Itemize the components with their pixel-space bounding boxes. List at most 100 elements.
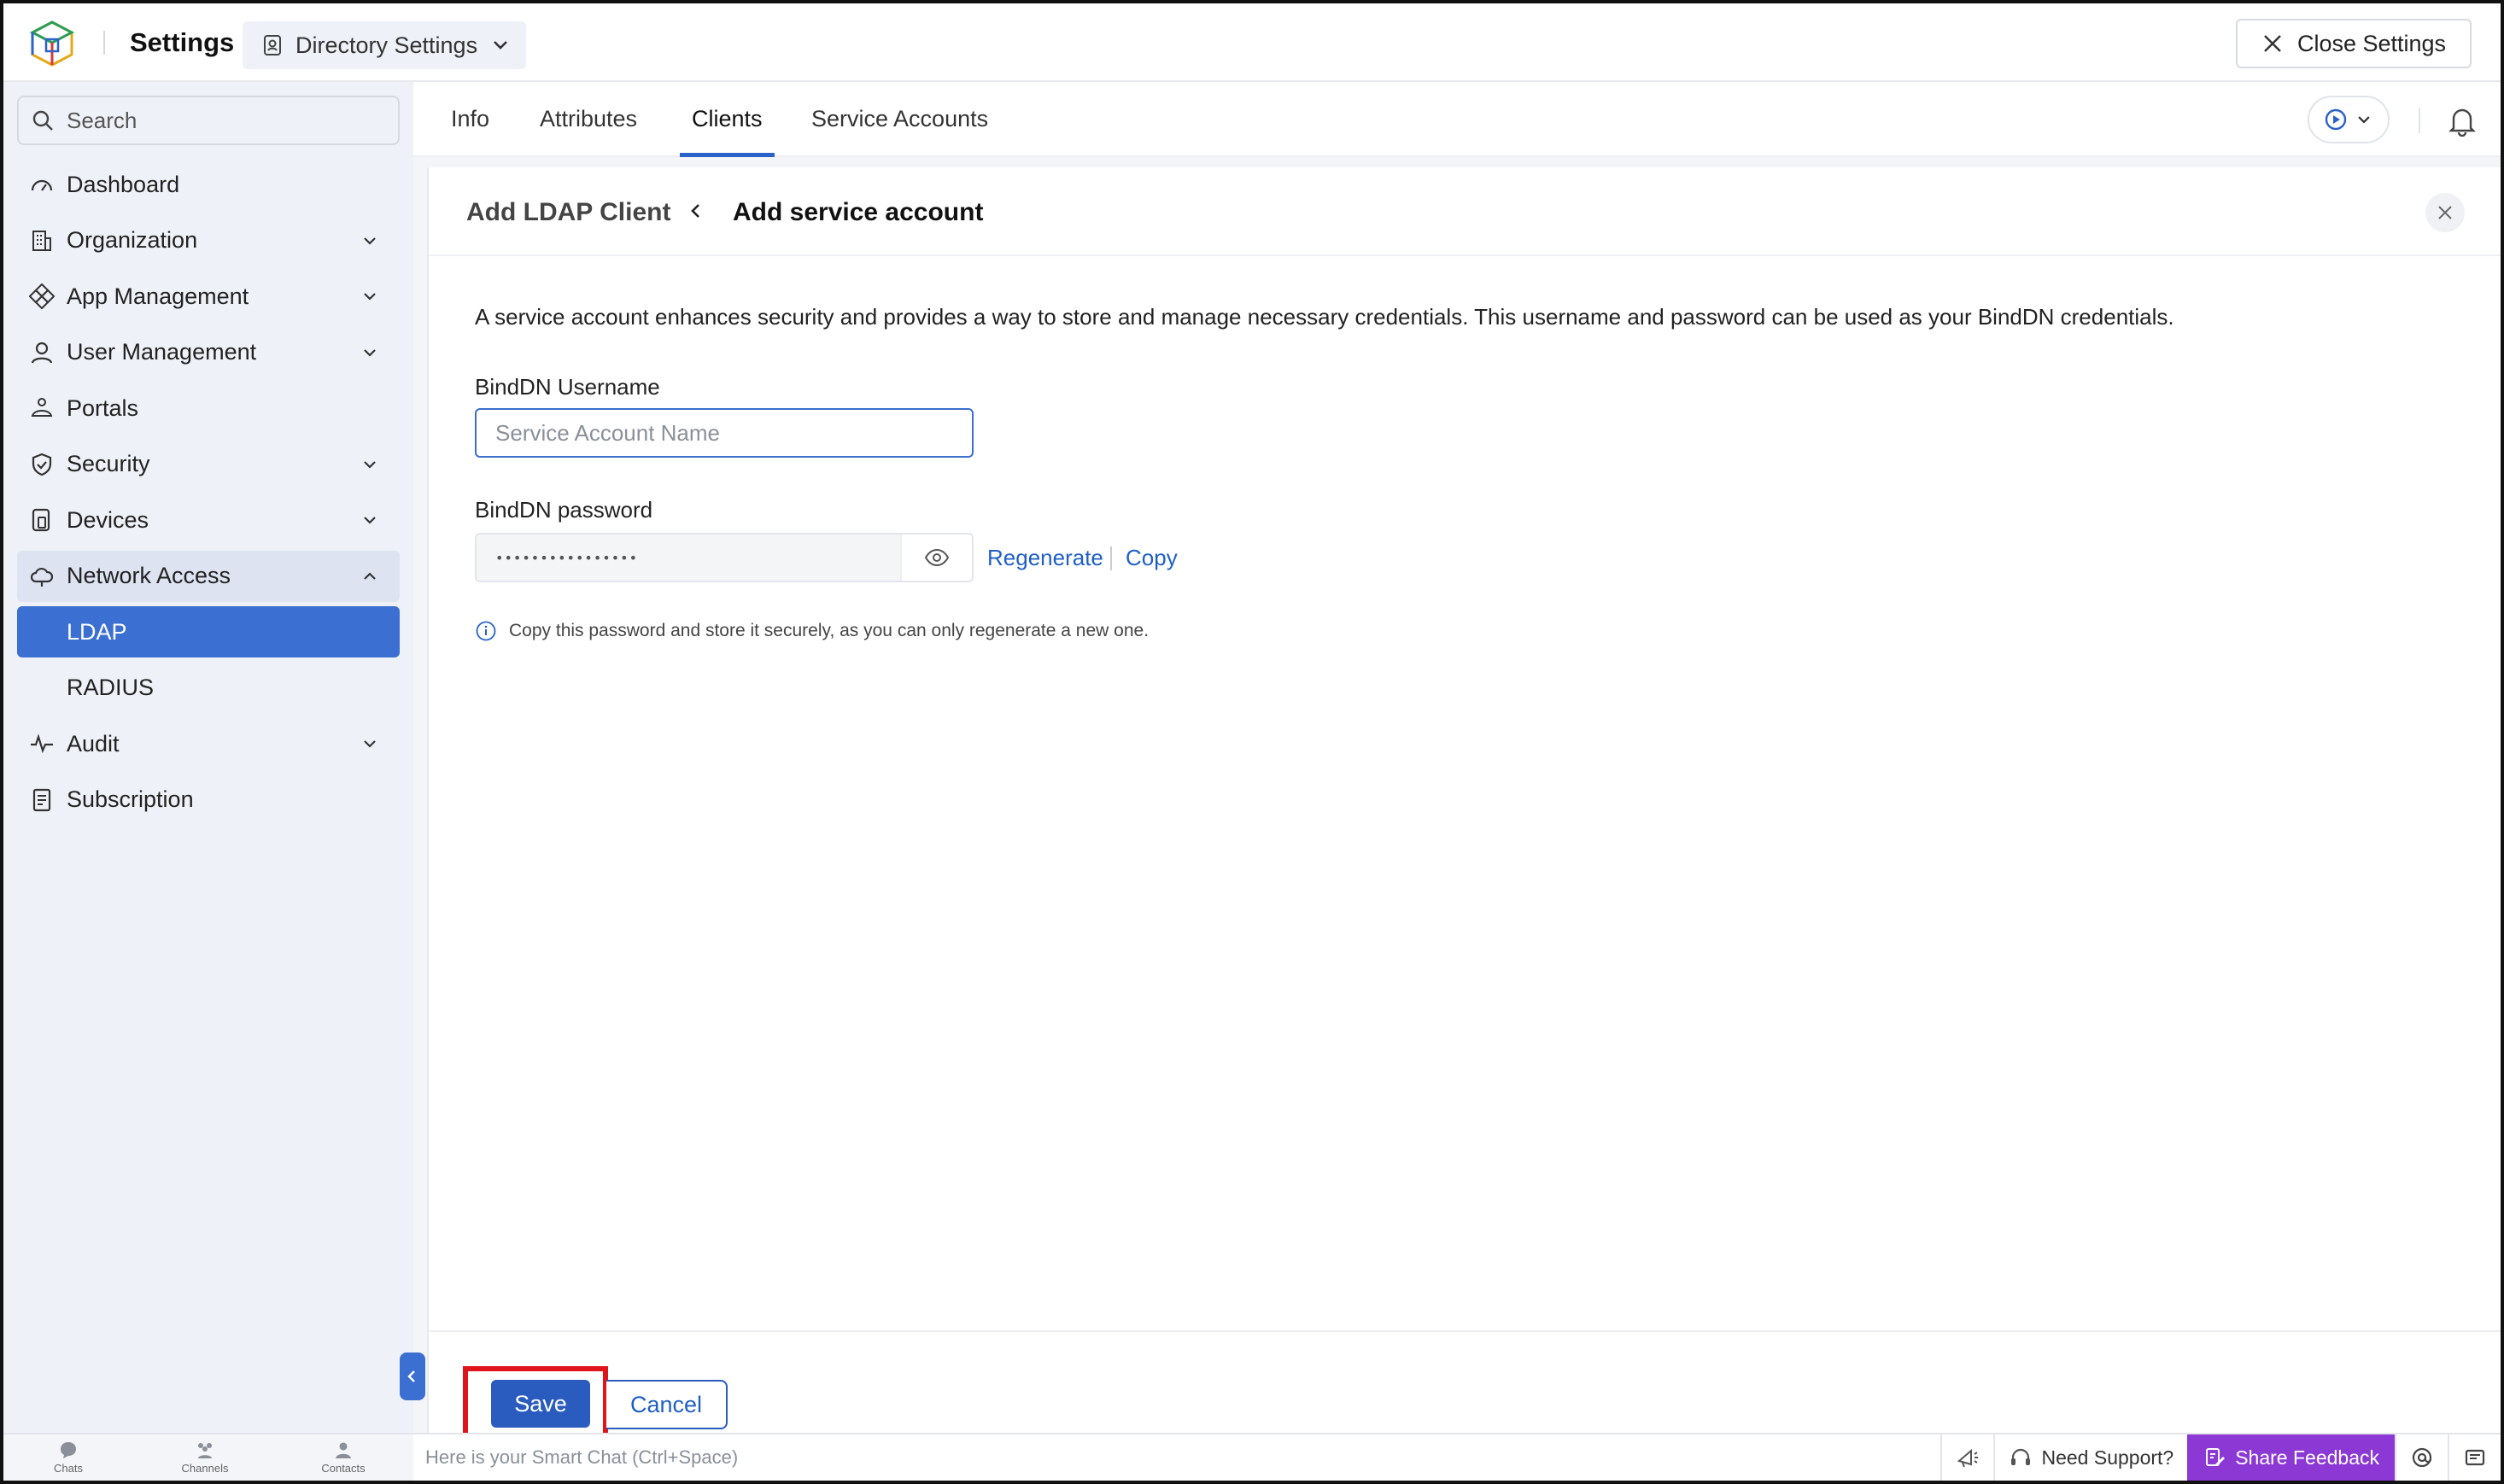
chevron-left-icon [407,1370,415,1382]
divider [103,31,105,55]
inbox-icon [2465,1449,2485,1466]
building-icon [32,230,51,251]
tab-label: Attributes [540,105,638,131]
chats-label: Chats [54,1462,83,1475]
directory-settings-dropdown[interactable]: Directory Settings [243,21,526,69]
smart-chat-input[interactable]: Here is your Smart Chat (Ctrl+Space) [425,1446,738,1469]
binddn-username-label: BindDN Username [475,374,660,400]
document-icon [32,788,51,811]
sidebar-item-label: Devices [67,506,149,533]
main-area: Add LDAP Client Add service account A se… [413,157,2501,1440]
bottom-bar: Chats Channels Contacts Here is your Sma… [3,1433,2501,1481]
breadcrumb-current: Add service account [733,198,984,226]
sidebar-item-user-management[interactable]: User Management [17,327,400,378]
chevron-down-icon [364,740,376,748]
sidebar-search[interactable]: Search [17,96,400,145]
sidebar-item-label: LDAP [67,618,127,645]
chevron-down-icon [364,293,376,301]
devices-icon [32,508,50,532]
need-support-label: Need Support? [2041,1446,2174,1469]
cancel-button[interactable]: Cancel [606,1380,728,1429]
sidebar-nav: Dashboard Organization App Management Us… [17,159,400,830]
panel-footer: Save Cancel [429,1330,2501,1440]
sidebar-item-label: User Management [67,339,257,365]
bell-icon[interactable] [2446,104,2478,137]
chevron-down-icon [2358,116,2370,124]
channels-icon [198,1443,212,1458]
sidebar-item-security[interactable]: Security [17,439,400,490]
tab-attributes[interactable]: Attributes [540,82,637,155]
channels-label: Channels [181,1462,229,1475]
sidebar-item-label: Audit [67,730,120,757]
sidebar-item-label: Dashboard [67,171,180,197]
close-settings-button[interactable]: Close Settings [2236,19,2472,68]
tab-info[interactable]: Info [451,82,489,155]
announcements-button[interactable] [1940,1434,1993,1481]
directory-icon [264,35,281,56]
tab-service-accounts[interactable]: Service Accounts [811,82,988,155]
user-icon [31,342,53,363]
feedback-icon [2206,1448,2226,1466]
panel-header: Add LDAP Client Add service account [429,167,2501,256]
binddn-password-input[interactable] [477,535,900,581]
sidebar-item-radius[interactable]: RADIUS [17,663,400,714]
save-button[interactable]: Save [491,1380,590,1428]
sidebar-item-portals[interactable]: Portals [17,383,400,434]
sidebar-item-label: Subscription [67,786,194,812]
binddn-username-input[interactable] [475,408,974,458]
sidebar-item-ldap[interactable]: LDAP [17,606,400,657]
divider [1110,546,1112,570]
chevron-down-icon [494,41,507,50]
regenerate-link[interactable]: Regenerate [987,545,1103,571]
need-support-button[interactable]: Need Support? [1993,1434,2187,1481]
app-window: Settings Directory Settings Close Settin… [0,0,2504,1484]
share-feedback-button[interactable]: Share Feedback [2187,1434,2395,1481]
sidebar-item-label: Organization [67,227,198,253]
tab-clients[interactable]: Clients [680,82,774,157]
tab-label: Service Accounts [811,105,989,131]
chats-shortcut[interactable]: Chats [26,1440,111,1475]
sidebar-item-app-management[interactable]: App Management [17,271,400,322]
info-icon [476,621,496,641]
sidebar-item-label: Portals [67,394,139,421]
sidebar-item-subscription[interactable]: Subscription [17,774,400,826]
at-sign-icon [2412,1447,2432,1468]
collapse-sidebar-button[interactable] [400,1353,425,1400]
breadcrumb-parent[interactable]: Add LDAP Client [466,198,670,227]
mentions-button[interactable] [2395,1434,2448,1481]
sidebar-item-label: Security [67,451,150,476]
add-service-account-panel: Add LDAP Client Add service account A se… [427,167,2501,1440]
close-settings-label: Close Settings [2296,30,2447,56]
chevron-left-icon[interactable] [685,200,707,222]
sidebar-item-organization[interactable]: Organization [17,215,400,266]
contact-icon [336,1442,351,1458]
app-logo-icon [29,20,75,67]
contacts-shortcut[interactable]: Contacts [301,1440,386,1475]
activity-menu-button[interactable] [2308,96,2390,143]
copy-link[interactable]: Copy [1126,545,1178,571]
close-panel-button[interactable] [2425,193,2465,232]
sidebar-item-audit[interactable]: Audit [17,718,400,769]
toggle-password-visibility-button[interactable] [900,535,972,581]
sidebar-item-network-access[interactable]: Network Access [17,550,400,602]
close-icon [2264,35,2281,52]
sidebar-item-devices[interactable]: Devices [17,494,400,546]
message-box-button[interactable] [2448,1434,2501,1481]
sidebar-item-label: Network Access [67,563,231,588]
chevron-up-icon [364,571,376,580]
channels-shortcut[interactable]: Channels [162,1440,248,1475]
sidebar-item-label: RADIUS [67,675,155,700]
chat-shortcuts: Chats Channels Contacts [3,1434,413,1481]
chat-bubble-icon [61,1442,76,1458]
headset-icon [2011,1448,2031,1465]
description-text: A service account enhances security and … [475,304,2174,330]
contacts-label: Contacts [321,1462,366,1475]
sidebar-item-dashboard[interactable]: Dashboard [17,159,400,210]
chevron-down-icon [364,237,376,245]
shield-icon [32,453,52,476]
portal-icon [31,398,53,417]
megaphone-icon [1957,1448,1979,1468]
sidebar: Search Dashboard Organization App Manage… [3,82,413,1433]
search-icon [32,110,53,131]
search-placeholder: Search [67,107,137,133]
